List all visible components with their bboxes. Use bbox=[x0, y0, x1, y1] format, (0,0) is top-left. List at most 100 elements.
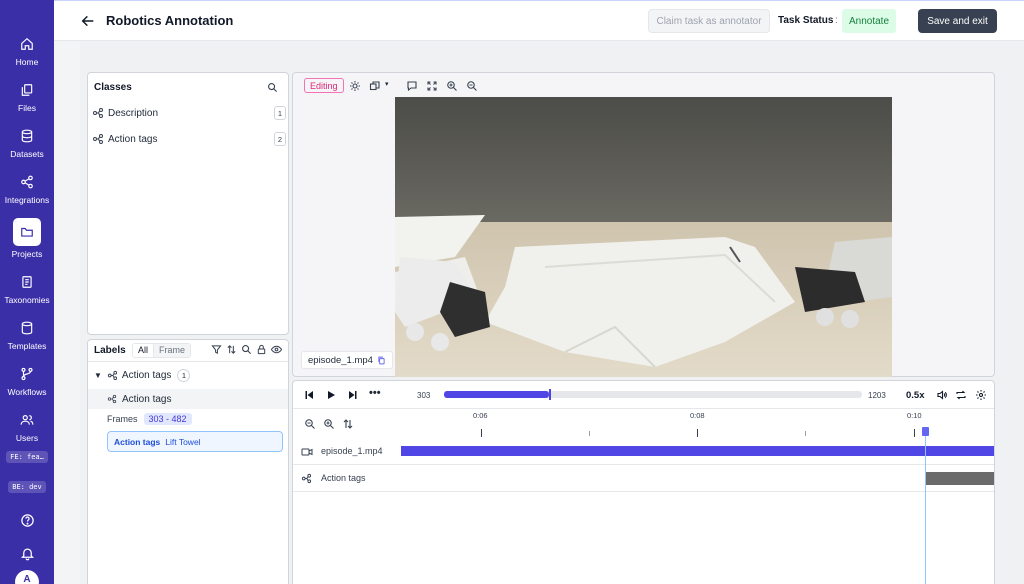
task-status-separator: : bbox=[835, 15, 838, 26]
class-name: Action tags bbox=[108, 133, 158, 145]
be-env-badge: BE: dev bbox=[8, 481, 46, 493]
timeline-zoom-out-icon[interactable] bbox=[304, 418, 316, 430]
video-viewer-panel: Editing ▾ episode_1.mp4 bbox=[292, 72, 995, 377]
timeline-zoom-in-icon[interactable] bbox=[323, 418, 335, 430]
sidebar-item-label: Users bbox=[15, 433, 39, 443]
brightness-icon[interactable] bbox=[349, 79, 361, 93]
sidebar-item-label: Home bbox=[15, 57, 39, 67]
sidebar-item-label: Datasets bbox=[10, 149, 44, 159]
ruler-label: 0:08 bbox=[690, 411, 705, 420]
search-icon[interactable] bbox=[241, 344, 252, 355]
video-icon bbox=[301, 448, 313, 456]
notifications-bell-icon[interactable] bbox=[17, 546, 37, 561]
fullscreen-icon[interactable] bbox=[426, 79, 438, 93]
save-and-exit-button[interactable]: Save and exit bbox=[918, 9, 997, 33]
sidebar-item-label: Integrations bbox=[4, 195, 50, 205]
filter-all-option[interactable]: All bbox=[133, 344, 155, 357]
track-name: Action tags bbox=[321, 473, 366, 483]
copy-icon[interactable] bbox=[377, 356, 386, 365]
sidebar-item-home[interactable]: Home bbox=[0, 34, 54, 67]
sidebar-item-label: Taxonomies bbox=[4, 295, 50, 305]
timeline-sort-icon[interactable] bbox=[342, 418, 354, 430]
playback-speed[interactable]: 0.5x bbox=[906, 390, 925, 401]
sidebar-item-taxonomies[interactable]: Taxonomies bbox=[0, 272, 54, 305]
progress-bar[interactable] bbox=[444, 389, 862, 400]
filter-frame-option[interactable]: Frame bbox=[154, 344, 191, 357]
frames-row: Frames 303 - 482 bbox=[107, 413, 192, 425]
play-icon[interactable] bbox=[325, 389, 337, 401]
video-file-tag[interactable]: episode_1.mp4 bbox=[301, 351, 393, 369]
skip-forward-icon[interactable] bbox=[347, 389, 359, 401]
claim-task-button[interactable]: Claim task as annotator bbox=[648, 9, 770, 33]
label-item-row[interactable]: Action tags bbox=[88, 389, 288, 409]
settings-gear-icon[interactable] bbox=[975, 389, 987, 401]
zoom-out-icon[interactable] bbox=[466, 79, 478, 93]
ruler-tick bbox=[697, 429, 698, 437]
lock-icon[interactable] bbox=[256, 344, 267, 355]
zoom-in-icon[interactable] bbox=[446, 79, 458, 93]
top-header: Robotics Annotation Claim task as annota… bbox=[54, 0, 1024, 41]
sidebar-item-label: Files bbox=[18, 103, 36, 113]
editing-mode-badge[interactable]: Editing bbox=[304, 78, 344, 93]
labels-title: Labels bbox=[94, 345, 126, 356]
user-avatar[interactable]: A bbox=[15, 570, 39, 584]
label-group-row[interactable]: ▼ Action tags 1 bbox=[94, 369, 191, 382]
home-icon bbox=[21, 37, 33, 50]
filter-icon[interactable] bbox=[211, 344, 222, 355]
sidebar-item-integrations[interactable]: Integrations bbox=[0, 172, 54, 205]
hotkey-badge: 1 bbox=[274, 106, 286, 120]
class-item-description[interactable]: Description 1 bbox=[92, 104, 286, 122]
search-icon[interactable] bbox=[267, 82, 278, 93]
sidebar-item-label: Projects bbox=[11, 249, 43, 259]
back-arrow-icon[interactable] bbox=[80, 13, 96, 29]
sidebar-item-users[interactable]: Users bbox=[0, 410, 54, 443]
action-tag-segment[interactable] bbox=[925, 472, 994, 485]
loop-icon[interactable] bbox=[955, 389, 967, 401]
labels-header: Labels All Frame bbox=[88, 340, 288, 362]
video-frame[interactable] bbox=[395, 97, 892, 377]
help-icon[interactable] bbox=[17, 513, 37, 528]
class-icon bbox=[107, 394, 117, 404]
comment-icon[interactable] bbox=[406, 79, 418, 93]
skip-back-icon[interactable] bbox=[303, 389, 315, 401]
label-item-name: Action tags bbox=[122, 393, 172, 405]
class-name: Description bbox=[108, 107, 159, 119]
frames-range-badge[interactable]: 303 - 482 bbox=[143, 413, 192, 425]
video-track-bar[interactable] bbox=[401, 446, 994, 456]
task-status-badge: Annotate bbox=[842, 9, 896, 33]
chevron-down-icon[interactable]: ▾ bbox=[385, 80, 389, 88]
more-options-icon[interactable]: ••• bbox=[369, 387, 381, 399]
hotkey-badge: 2 bbox=[274, 132, 286, 146]
sidebar-item-templates[interactable]: Templates bbox=[0, 318, 54, 351]
label-value-chip[interactable]: Action tags Lift Towel bbox=[107, 431, 283, 452]
sidebar-item-datasets[interactable]: Datasets bbox=[0, 126, 54, 159]
integrations-icon bbox=[21, 175, 33, 189]
caret-down-icon[interactable]: ▼ bbox=[94, 371, 102, 380]
sort-icon[interactable] bbox=[226, 344, 237, 355]
templates-icon bbox=[21, 321, 33, 335]
progress-handle[interactable] bbox=[549, 389, 552, 400]
timeline-panel: ••• 303 1203 0.5x 0:06 0:08 0:10 episode… bbox=[292, 380, 995, 584]
classes-panel: Classes Description 1 Action tags 2 bbox=[87, 72, 289, 335]
class-icon bbox=[93, 134, 103, 144]
sidebar-item-files[interactable]: Files bbox=[0, 80, 54, 113]
labels-panel: Labels All Frame ▼ Action tags 1 Action … bbox=[87, 339, 289, 584]
label-count-badge: 1 bbox=[177, 369, 191, 382]
playhead-handle[interactable] bbox=[922, 427, 929, 436]
volume-icon[interactable] bbox=[936, 389, 948, 401]
ruler-tick bbox=[589, 431, 590, 436]
classes-title: Classes bbox=[94, 82, 132, 93]
eye-icon[interactable] bbox=[271, 344, 282, 355]
video-frame-image bbox=[395, 97, 892, 377]
taxonomies-icon bbox=[22, 276, 32, 288]
labels-filter-toggle: All Frame bbox=[132, 343, 192, 358]
fe-env-badge: FE: fea… bbox=[6, 451, 48, 463]
class-item-action-tags[interactable]: Action tags 2 bbox=[92, 130, 286, 148]
class-icon bbox=[107, 370, 118, 381]
progress-fill bbox=[444, 391, 550, 398]
sidebar-item-workflows[interactable]: Workflows bbox=[0, 364, 54, 397]
sidebar-item-label: Templates bbox=[7, 341, 47, 351]
sidebar-item-label: Workflows bbox=[7, 387, 47, 397]
shape-tool-icon[interactable] bbox=[369, 79, 381, 93]
sidebar-item-projects[interactable]: Projects bbox=[0, 218, 54, 259]
